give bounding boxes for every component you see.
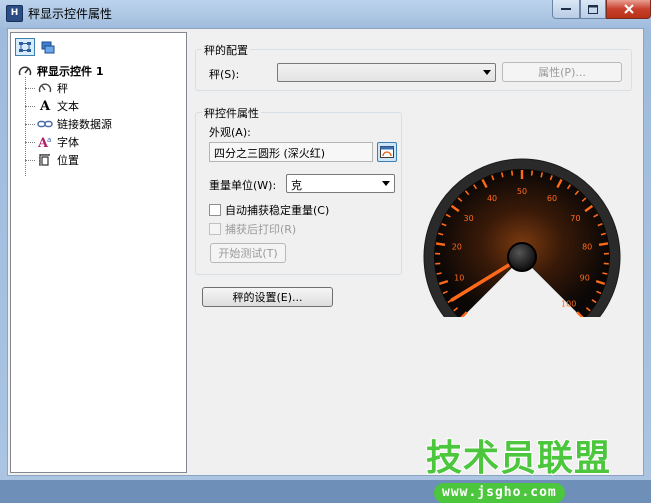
watermark-text: 技术员联盟 xyxy=(426,439,611,479)
layers-icon xyxy=(41,41,55,54)
scale-label: 秤(S): xyxy=(209,66,239,82)
layers-view-button[interactable] xyxy=(38,38,58,56)
properties-button[interactable]: 属性(P)... xyxy=(502,62,622,82)
dialog-window: H 秤显示控件属性 xyxy=(0,0,651,480)
gauge-tick-label: 90 xyxy=(580,273,590,282)
watermark-url: www.jsgho.com xyxy=(434,483,565,503)
minimize-icon xyxy=(561,7,571,11)
maximize-icon xyxy=(588,5,598,14)
weight-unit-label: 重量单位(W): xyxy=(209,177,276,193)
gauge-tick-label: 30 xyxy=(464,214,474,223)
tree-toolbar xyxy=(15,38,58,56)
gauge-preview: 10 20 30 40 50 60 70 80 90 100 xyxy=(418,149,626,317)
auto-capture-checkbox-row[interactable]: 自动捕获稳定重量(C) xyxy=(209,202,329,218)
scale-control-props-title: 秤控件属性 xyxy=(202,105,261,121)
app-icon: H xyxy=(6,5,23,22)
gauge-minor-tick xyxy=(532,171,533,176)
appearance-picker-button[interactable] xyxy=(377,142,397,162)
tree-item-text[interactable]: A 文本 xyxy=(25,97,112,115)
tree-root-label: 秤显示控件 1 xyxy=(37,63,103,79)
tree-item-label: 位置 xyxy=(57,152,79,168)
gauge-minor-tick xyxy=(502,172,503,177)
tree-item-font[interactable]: Aa 字体 xyxy=(25,133,112,151)
gauge-tick-label: 40 xyxy=(487,194,497,203)
gauge-icon xyxy=(17,64,33,78)
tree-item-datasource[interactable]: 链接数据源 xyxy=(25,115,112,133)
auto-capture-checkbox[interactable] xyxy=(209,204,221,216)
gauge-minor-tick xyxy=(437,273,442,274)
print-after-checkbox[interactable] xyxy=(209,223,221,235)
tree-item-position[interactable]: 位置 xyxy=(25,151,112,169)
gauge-tick-label: 10 xyxy=(454,273,464,282)
site-watermark: 技术员联盟 www.jsgho.com xyxy=(426,439,626,503)
auto-capture-label: 自动捕获稳定重量(C) xyxy=(225,202,329,218)
appearance-label: 外观(A): xyxy=(209,124,251,140)
gauge-minor-tick xyxy=(512,171,513,176)
minimize-button[interactable] xyxy=(552,0,580,19)
gauge-major-tick xyxy=(436,243,445,244)
gauge-minor-tick xyxy=(602,273,607,274)
tree-view-button[interactable] xyxy=(15,38,35,56)
tree-item-label: 秤 xyxy=(57,80,68,96)
gauge-hub xyxy=(508,243,536,271)
chevron-down-icon xyxy=(483,70,491,75)
chevron-down-icon xyxy=(382,181,390,186)
tree-item-scale[interactable]: 秤 xyxy=(25,79,112,97)
maximize-button[interactable] xyxy=(580,0,606,19)
gauge-tick-label: 100 xyxy=(561,300,576,309)
tree-item-label: 链接数据源 xyxy=(57,116,112,132)
svg-text:a: a xyxy=(47,136,51,144)
gauge-tick-label: 80 xyxy=(582,243,592,252)
link-icon xyxy=(37,117,53,131)
print-after-checkbox-row[interactable]: 捕获后打印(R) xyxy=(209,221,296,237)
weight-unit-combobox[interactable]: 克 xyxy=(286,174,395,193)
scale-combobox[interactable] xyxy=(277,63,496,82)
tree-children: 秤 A 文本 链接数据源 Aa 字体 xyxy=(25,79,112,169)
window-title: 秤显示控件属性 xyxy=(28,5,112,22)
gauge-picker-icon xyxy=(380,146,394,158)
gauge-tick-label: 50 xyxy=(517,187,527,196)
tree-root-node[interactable]: 秤显示控件 1 xyxy=(17,63,103,79)
gauge-tick-label: 60 xyxy=(547,194,557,203)
dialog-client-area: 秤显示控件 1 秤 A 文本 链接数据源 xyxy=(7,28,644,476)
tree-structure-icon xyxy=(18,41,32,53)
close-icon xyxy=(624,4,634,14)
scale-settings-button[interactable]: 秤的设置(E)... xyxy=(202,287,333,307)
gauge-tick-label: 20 xyxy=(452,243,462,252)
property-tree[interactable]: 秤显示控件 1 秤 A 文本 链接数据源 xyxy=(10,32,187,473)
gauge-minor-tick xyxy=(541,172,542,177)
start-test-button[interactable]: 开始测试(T) xyxy=(210,243,286,263)
tree-item-label: 字体 xyxy=(57,134,79,150)
gauge-major-tick xyxy=(599,243,608,244)
scale-gauge-icon xyxy=(37,81,53,95)
text-a-icon: A xyxy=(37,99,53,113)
tree-item-label: 文本 xyxy=(57,98,79,114)
scale-config-title: 秤的配置 xyxy=(202,42,250,58)
weight-unit-value: 克 xyxy=(291,177,302,193)
close-button[interactable] xyxy=(606,0,651,19)
appearance-field[interactable]: 四分之三圆形 (深火红) xyxy=(209,142,373,162)
title-bar[interactable]: H 秤显示控件属性 xyxy=(0,0,651,26)
print-after-label: 捕获后打印(R) xyxy=(225,221,296,237)
gauge-tick-label: 70 xyxy=(570,214,580,223)
font-icon: Aa xyxy=(37,135,53,149)
position-icon xyxy=(37,153,53,167)
